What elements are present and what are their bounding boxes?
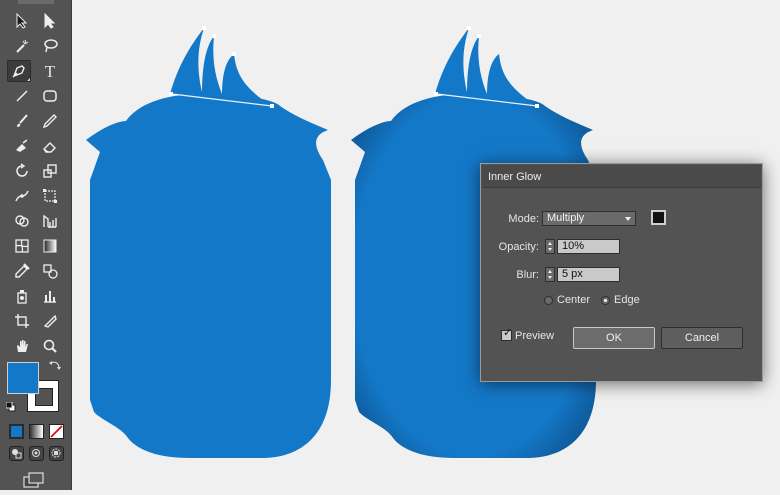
left-shape[interactable]	[86, 26, 331, 458]
rotate-tool-icon[interactable]	[10, 160, 34, 182]
fill-color-swatch[interactable]	[7, 362, 39, 394]
opacity-stepper[interactable]	[545, 239, 555, 254]
check-icon: ✓	[503, 327, 513, 339]
blur-label: Blur:	[516, 269, 539, 281]
draw-behind-icon[interactable]	[29, 446, 44, 461]
direct-selection-tool-icon[interactable]	[38, 10, 62, 32]
edge-radio[interactable]	[601, 296, 610, 305]
draw-inside-icon[interactable]	[49, 446, 64, 461]
color-mode-icon[interactable]	[9, 424, 24, 439]
center-radio[interactable]	[544, 296, 553, 305]
eyedropper-tool-icon[interactable]	[10, 260, 34, 282]
perspective-grid-tool-icon[interactable]	[38, 210, 62, 232]
gradient-tool-icon[interactable]	[38, 235, 62, 257]
screen-mode-icon[interactable]	[22, 469, 46, 491]
blend-tool-icon[interactable]	[38, 260, 62, 282]
eraser-tool-icon[interactable]	[38, 135, 62, 157]
preview-checkbox[interactable]: ✓	[501, 327, 513, 341]
mode-select-value: Multiply	[547, 212, 585, 224]
blur-field[interactable]: 5 px	[557, 267, 620, 282]
line-segment-tool-icon[interactable]	[10, 85, 34, 107]
cancel-button[interactable]: Cancel	[661, 327, 743, 349]
magic-wand-tool-icon[interactable]	[10, 35, 34, 57]
dialog-title: Inner Glow	[488, 171, 542, 183]
none-mode-icon[interactable]	[49, 424, 64, 439]
opacity-label: Opacity:	[498, 241, 539, 253]
panel-grip[interactable]	[18, 0, 54, 4]
glow-color-swatch[interactable]	[651, 210, 666, 225]
type-tool-icon[interactable]: T	[38, 60, 62, 82]
width-tool-icon[interactable]	[10, 185, 34, 207]
scale-tool-icon[interactable]	[38, 160, 62, 182]
gradient-mode-icon[interactable]	[29, 424, 44, 439]
zoom-tool-icon[interactable]	[38, 335, 62, 357]
preview-label[interactable]: Preview	[515, 330, 554, 342]
default-fill-stroke-icon[interactable]	[5, 401, 16, 415]
rounded-rectangle-tool-icon[interactable]	[38, 85, 62, 107]
edge-label[interactable]: Edge	[614, 294, 640, 306]
center-label[interactable]: Center	[557, 294, 590, 306]
column-graph-tool-icon[interactable]	[38, 285, 62, 307]
chevron-down-icon	[625, 217, 631, 221]
mode-label: Mode:	[508, 213, 539, 225]
slice-tool-icon[interactable]	[38, 310, 62, 332]
dialog-titlebar[interactable]: Inner Glow	[482, 165, 761, 188]
pen-tool-icon[interactable]	[7, 60, 31, 82]
blob-brush-tool-icon[interactable]	[10, 135, 34, 157]
tools-panel: T	[0, 0, 72, 490]
hand-tool-icon[interactable]	[10, 335, 34, 357]
ok-button[interactable]: OK	[573, 327, 655, 349]
paintbrush-tool-icon[interactable]	[10, 110, 34, 132]
inner-glow-dialog: Inner Glow Mode: Multiply Opacity: 10% B…	[480, 163, 763, 382]
free-transform-tool-icon[interactable]	[38, 185, 62, 207]
mode-select[interactable]: Multiply	[542, 211, 636, 226]
selection-tool-icon[interactable]	[10, 10, 34, 32]
artboard-tool-icon[interactable]	[10, 310, 34, 332]
mesh-tool-icon[interactable]	[10, 235, 34, 257]
shape-builder-tool-icon[interactable]	[10, 210, 34, 232]
opacity-field[interactable]: 10%	[557, 239, 620, 254]
symbol-sprayer-tool-icon[interactable]	[10, 285, 34, 307]
draw-normal-icon[interactable]	[9, 446, 24, 461]
blur-stepper[interactable]	[545, 267, 555, 282]
pencil-tool-icon[interactable]	[38, 110, 62, 132]
lasso-tool-icon[interactable]	[38, 35, 62, 57]
swap-fill-stroke-icon[interactable]	[49, 360, 61, 375]
